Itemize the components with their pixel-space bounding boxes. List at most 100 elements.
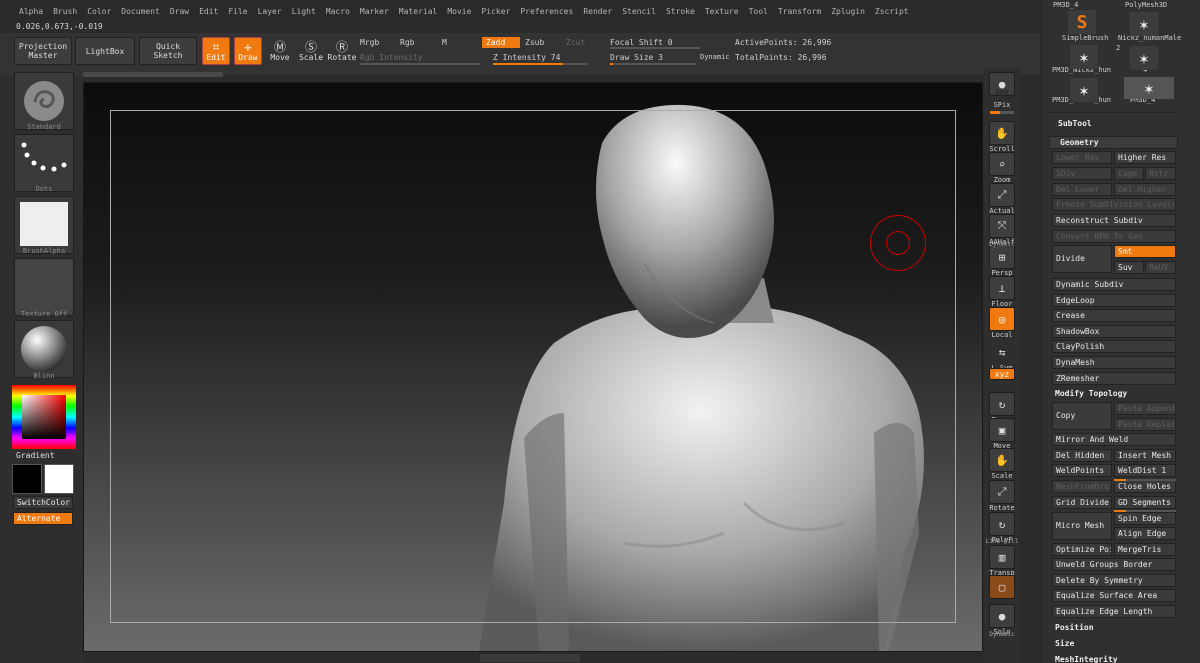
primary-color-swatch[interactable] [44, 464, 74, 494]
scale-button[interactable]: Ⓢ Scale [297, 37, 325, 65]
m-button[interactable]: M [442, 38, 447, 47]
rtool-zoom[interactable]: ⌕ [989, 152, 1015, 176]
menu-item-picker[interactable]: Picker [476, 7, 515, 16]
close-holes-button[interactable]: Close Holes [1114, 480, 1176, 493]
quick-sketch-button[interactable]: Quick Sketch [139, 37, 197, 65]
menu-item-light[interactable]: Light [287, 7, 321, 16]
alternate-button[interactable]: Alternate [13, 512, 73, 525]
convert-bpr-button[interactable]: Convert BPR To Geo [1052, 230, 1176, 243]
subtool-header[interactable]: SubTool [1058, 119, 1092, 128]
spix-slider[interactable] [990, 111, 1014, 114]
subtool-thumbnail[interactable]: S [1068, 10, 1096, 34]
rtool-move[interactable]: ▣ [989, 418, 1015, 442]
menu-item-draw[interactable]: Draw [165, 7, 194, 16]
dynamic-toggle[interactable]: Dynamic [700, 53, 730, 61]
dynamic-subdiv-button[interactable]: Dynamic Subdiv [1052, 278, 1176, 291]
menu-item-zscript[interactable]: Zscript [870, 7, 914, 16]
mrgb-button[interactable]: Mrgb [360, 38, 379, 47]
grid-divide-button[interactable]: Grid Divide [1052, 496, 1112, 509]
draw-button[interactable]: ✛ Draw [234, 37, 262, 65]
rtool-scroll[interactable]: ✋ [989, 121, 1015, 145]
rtool-lsym[interactable]: ⇆ [989, 340, 1015, 364]
texture-selector[interactable] [14, 258, 74, 316]
meshfromb-button[interactable]: MeshFromBru [1052, 480, 1112, 493]
shelf-scroll-handle[interactable] [83, 72, 223, 77]
rtool-floor[interactable]: ⟂ [989, 276, 1015, 300]
freeze-button[interactable]: Freeze SubDivision Levels [1052, 198, 1176, 211]
subtool-thumbnail[interactable]: ✶ [1130, 12, 1158, 36]
spin-edge-button[interactable]: Spin Edge [1114, 512, 1176, 525]
menu-item-stencil[interactable]: Stencil [617, 7, 661, 16]
welddist-button[interactable]: WeldDist 1 [1114, 464, 1176, 477]
edit-button[interactable]: ⌗ Edit [202, 37, 230, 65]
draw-size-slider[interactable]: Draw Size 3 [610, 53, 663, 62]
gd-segments-button[interactable]: GD Segments [1114, 496, 1176, 509]
menu-item-zplugin[interactable]: Zplugin [826, 7, 870, 16]
rstr-button[interactable]: Rstr [1145, 167, 1176, 180]
suv-button[interactable]: Suv [1114, 261, 1144, 274]
rtool-xyz[interactable]: xyz [989, 368, 1015, 380]
edgeloop-button[interactable]: EdgeLoop [1052, 294, 1176, 307]
higher-res-button[interactable]: Higher Res [1114, 151, 1176, 164]
meshintegrity-header[interactable]: MeshIntegrity [1055, 655, 1118, 663]
reluv-button[interactable]: ReUV [1145, 261, 1176, 274]
lower-res-button[interactable]: Lower Res [1052, 151, 1112, 164]
rtool-ghost[interactable]: ▢ [989, 575, 1015, 599]
alpha-selector[interactable] [14, 196, 74, 254]
rtool-transp[interactable]: ▥ [989, 545, 1015, 569]
modify-topology-header[interactable]: Modify Topology [1055, 389, 1127, 398]
rtool-persp[interactable]: ⊞ [989, 245, 1015, 269]
menu-item-layer[interactable]: Layer [253, 7, 287, 16]
draw-size-track[interactable] [610, 63, 696, 65]
subtool-thumbnail[interactable]: ✶ [1070, 45, 1098, 69]
menu-item-alpha[interactable]: Alpha [14, 7, 48, 16]
menu-item-marker[interactable]: Marker [355, 7, 394, 16]
menu-item-macro[interactable]: Macro [321, 7, 355, 16]
welddist-slider[interactable] [1114, 479, 1176, 481]
subtool-thumbnail[interactable]: ✶ [1070, 78, 1098, 102]
rtool-local[interactable]: ◎ [989, 307, 1015, 331]
menu-item-preferences[interactable]: Preferences [515, 7, 578, 16]
zcut-button[interactable]: Zcut [566, 38, 585, 47]
divide-button[interactable]: Divide [1052, 245, 1112, 273]
menu-item-material[interactable]: Material [394, 7, 443, 16]
subtool-thumbnail[interactable]: ✶ [1124, 77, 1174, 99]
menu-item-edit[interactable]: Edit [194, 7, 223, 16]
copy-button[interactable]: Copy [1052, 402, 1112, 430]
rgb-button[interactable]: Rgb [400, 38, 414, 47]
gd-segments-slider[interactable] [1114, 510, 1176, 512]
lightbox-button[interactable]: LightBox [75, 37, 135, 65]
rgb-intensity-track[interactable] [360, 63, 480, 65]
align-edge-button[interactable]: Align Edge [1114, 527, 1176, 540]
equalize-edge-button[interactable]: Equalize Edge Length [1052, 605, 1176, 618]
menu-item-texture[interactable]: Texture [700, 7, 744, 16]
menu-item-color[interactable]: Color [82, 7, 116, 16]
geometry-header[interactable]: Geometry [1049, 136, 1178, 149]
zadd-button[interactable]: Zadd [482, 37, 520, 48]
rtool-aahalf[interactable]: ⤧ [989, 214, 1015, 238]
switchcolor-button[interactable]: SwitchColor [13, 496, 73, 509]
menu-item-file[interactable]: File [223, 7, 252, 16]
subtool-thumbnail[interactable]: ✶ [1130, 46, 1158, 70]
material-selector[interactable] [14, 320, 74, 378]
paste-append-button[interactable]: Paste Append [1114, 402, 1176, 415]
cage-button[interactable]: Cage [1114, 167, 1144, 180]
del-lower-button[interactable]: Del Lower [1052, 183, 1112, 196]
brush-selector[interactable] [14, 72, 74, 130]
rtool-polyf[interactable]: ↻ [989, 512, 1015, 536]
stroke-selector[interactable] [14, 134, 74, 192]
sdiv-button[interactable]: SDiv [1052, 167, 1112, 180]
secondary-color-swatch[interactable] [12, 464, 42, 494]
optimize-points-button[interactable]: Optimize Poi [1052, 543, 1112, 556]
rtool-solo[interactable]: ● [989, 604, 1015, 628]
position-header[interactable]: Position [1055, 623, 1094, 632]
equalize-surface-button[interactable]: Equalize Surface Area [1052, 589, 1176, 602]
unweld-groups-button[interactable]: Unweld Groups Border [1052, 558, 1176, 571]
menu-item-stroke[interactable]: Stroke [661, 7, 700, 16]
gradient-toggle[interactable]: Gradient [16, 451, 55, 460]
rtool-frame[interactable]: ↻ [989, 392, 1015, 416]
smt-button[interactable]: Smt [1114, 245, 1176, 258]
delete-by-symmetry-button[interactable]: Delete By Symmetry [1052, 574, 1176, 587]
rgb-intensity-slider[interactable]: Rgb Intensity [360, 53, 423, 62]
insert-mesh-button[interactable]: Insert Mesh [1114, 449, 1176, 462]
